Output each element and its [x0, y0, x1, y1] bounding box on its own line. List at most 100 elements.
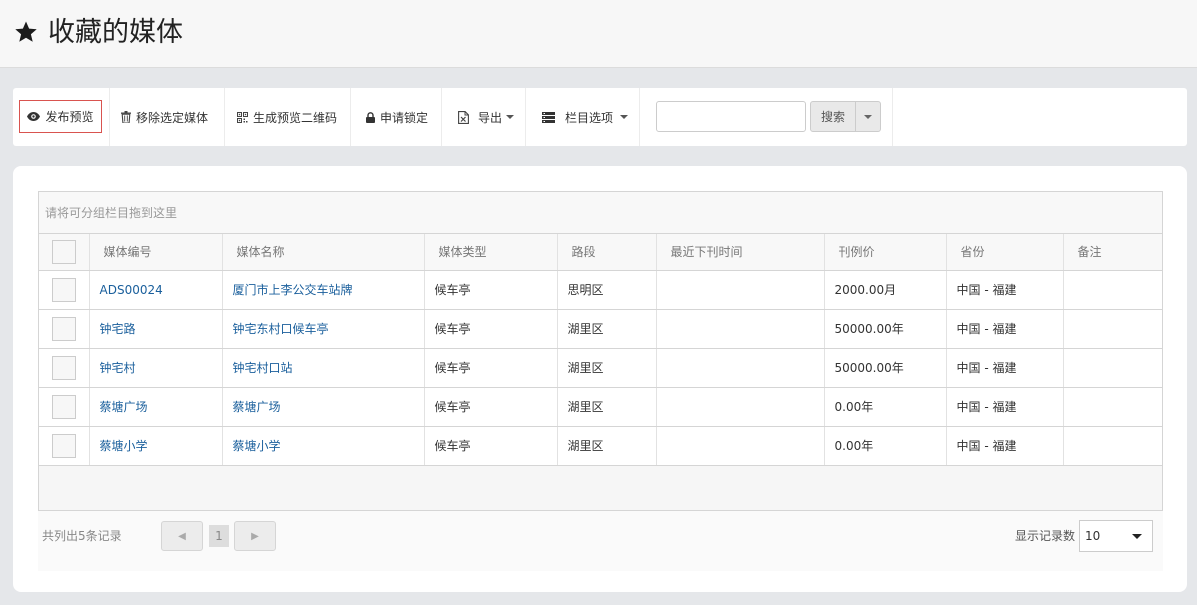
- media-code-cell: 蔡塘小学: [89, 426, 223, 466]
- generate-qr-button[interactable]: 生成预览二维码: [237, 88, 337, 146]
- table-row: 蔡塘广场 蔡塘广场 候车亭 湖里区 0.00年 中国 - 福建: [39, 387, 1162, 427]
- last-date-cell: [656, 309, 825, 349]
- request-lock-label: 申请锁定: [380, 110, 429, 125]
- column-header[interactable]: 媒体名称: [222, 234, 425, 271]
- media-type-cell: 候车亭: [424, 270, 558, 310]
- note-cell: [1063, 348, 1162, 388]
- media-name-link[interactable]: 钟宅东村口候车亭: [233, 322, 329, 336]
- note-cell: [1063, 309, 1162, 349]
- toolbar-divider: [525, 88, 526, 146]
- last-date-cell: [656, 387, 825, 427]
- last-date-cell: [656, 426, 825, 466]
- group-drop-zone[interactable]: 请将可分组栏目拖到这里: [39, 192, 1162, 234]
- road-cell: 湖里区: [557, 387, 657, 427]
- media-name-link[interactable]: 钟宅村口站: [233, 361, 293, 375]
- request-lock-button[interactable]: 申请锁定: [366, 88, 428, 146]
- note-cell: [1063, 426, 1162, 466]
- row-select-cell: [39, 270, 90, 310]
- search-button[interactable]: 搜索: [810, 101, 856, 132]
- column-header[interactable]: 路段: [557, 234, 657, 271]
- qrcode-icon: [237, 111, 248, 123]
- chevron-down-icon: [506, 115, 515, 119]
- media-name-cell: 钟宅东村口候车亭: [222, 309, 425, 349]
- media-type-cell: 候车亭: [424, 309, 558, 349]
- column-header[interactable]: 备注: [1063, 234, 1162, 271]
- publish-preview-label: 发布预览: [45, 110, 94, 124]
- current-page-number[interactable]: 1: [209, 525, 229, 547]
- table-row: 钟宅村 钟宅村口站 候车亭 湖里区 50000.00年 中国 - 福建: [39, 348, 1162, 388]
- row-checkbox[interactable]: [52, 277, 76, 302]
- table-row: 钟宅路 钟宅东村口候车亭 候车亭 湖里区 50000.00年 中国 - 福建: [39, 309, 1162, 349]
- row-checkbox[interactable]: [52, 355, 76, 380]
- prev-page-button[interactable]: ◀: [161, 521, 203, 551]
- next-page-button[interactable]: ▶: [234, 521, 276, 551]
- road-cell: 湖里区: [557, 309, 657, 349]
- page-size-label: 显示记录数: [1015, 529, 1076, 543]
- column-header[interactable]: 最近下刊时间: [656, 234, 825, 271]
- note-cell: [1063, 270, 1162, 310]
- media-code-cell: ADS00024: [89, 270, 223, 310]
- table-row: 蔡塘小学 蔡塘小学 候车亭 湖里区 0.00年 中国 - 福建: [39, 426, 1162, 466]
- row-select-cell: [39, 387, 90, 427]
- price-cell: 2000.00月: [824, 270, 947, 310]
- content-panel: 请将可分组栏目拖到这里 媒体编号 媒体名称 媒体类型 路段 最近下刊时间 刊例价…: [13, 166, 1187, 592]
- remove-selected-label: 移除选定媒体: [136, 110, 209, 125]
- column-options-dropdown[interactable]: 栏目选项: [542, 88, 629, 146]
- media-name-link[interactable]: 厦门市上李公交车站牌: [233, 283, 353, 297]
- excel-file-icon: [458, 110, 469, 124]
- media-name-link[interactable]: 蔡塘小学: [233, 439, 281, 453]
- table-header-row: 媒体编号 媒体名称 媒体类型 路段 最近下刊时间 刊例价 省份 备注: [39, 234, 1162, 271]
- media-name-link[interactable]: 蔡塘广场: [233, 400, 281, 414]
- column-header[interactable]: 媒体编号: [89, 234, 223, 271]
- media-type-cell: 候车亭: [424, 426, 558, 466]
- export-dropdown[interactable]: 导出: [458, 88, 515, 146]
- province-cell: 中国 - 福建: [946, 270, 1064, 310]
- row-checkbox[interactable]: [52, 394, 76, 419]
- search-options-dropdown[interactable]: [855, 101, 881, 132]
- toolbar-divider: [892, 88, 893, 146]
- media-type-cell: 候车亭: [424, 387, 558, 427]
- column-header[interactable]: 刊例价: [824, 234, 947, 271]
- column-header[interactable]: 媒体类型: [424, 234, 558, 271]
- row-select-cell: [39, 309, 90, 349]
- province-cell: 中国 - 福建: [946, 309, 1064, 349]
- publish-preview-button[interactable]: 发布预览: [19, 100, 102, 133]
- media-code-link[interactable]: 蔡塘广场: [100, 400, 148, 414]
- media-code-cell: 钟宅村: [89, 348, 223, 388]
- chevron-down-icon: [864, 114, 872, 119]
- column-header[interactable]: 省份: [946, 234, 1064, 271]
- price-cell: 50000.00年: [824, 309, 947, 349]
- media-code-link[interactable]: 钟宅路: [100, 322, 136, 336]
- province-cell: 中国 - 福建: [946, 348, 1064, 388]
- note-cell: [1063, 387, 1162, 427]
- row-select-cell: [39, 426, 90, 466]
- remove-selected-button[interactable]: 移除选定媒体: [121, 88, 208, 146]
- search-input[interactable]: [656, 101, 806, 132]
- toolbar-divider: [639, 88, 640, 146]
- trash-icon: [121, 111, 131, 123]
- server-icon: [542, 111, 555, 123]
- table-row: ADS00024 厦门市上李公交车站牌 候车亭 思明区 2000.00月 中国 …: [39, 270, 1162, 310]
- row-checkbox[interactable]: [52, 316, 76, 341]
- page-size-select[interactable]: 10: [1079, 520, 1153, 552]
- row-select-cell: [39, 348, 90, 388]
- media-code-link[interactable]: 钟宅村: [100, 361, 136, 375]
- price-cell: 0.00年: [824, 387, 947, 427]
- chevron-left-icon: ◀: [178, 530, 186, 542]
- toolbar: 发布预览 移除选定媒体 生成预览二维码 申请锁定 导出 栏目选项 搜索: [13, 88, 1187, 146]
- media-grid: 请将可分组栏目拖到这里 媒体编号 媒体名称 媒体类型 路段 最近下刊时间 刊例价…: [38, 191, 1163, 511]
- media-code-link[interactable]: 蔡塘小学: [100, 439, 148, 453]
- row-checkbox[interactable]: [52, 433, 76, 458]
- media-table: 媒体编号 媒体名称 媒体类型 路段 最近下刊时间 刊例价 省份 备注 ADS00…: [39, 234, 1162, 466]
- select-all-checkbox[interactable]: [52, 239, 76, 264]
- toolbar-divider: [109, 88, 110, 146]
- media-code-link[interactable]: ADS00024: [100, 283, 163, 297]
- lock-icon: [366, 111, 375, 123]
- media-name-cell: 蔡塘广场: [222, 387, 425, 427]
- media-name-cell: 钟宅村口站: [222, 348, 425, 388]
- price-cell: 0.00年: [824, 426, 947, 466]
- road-cell: 思明区: [557, 270, 657, 310]
- toolbar-divider: [350, 88, 351, 146]
- media-name-cell: 厦门市上李公交车站牌: [222, 270, 425, 310]
- export-label: 导出: [478, 110, 503, 125]
